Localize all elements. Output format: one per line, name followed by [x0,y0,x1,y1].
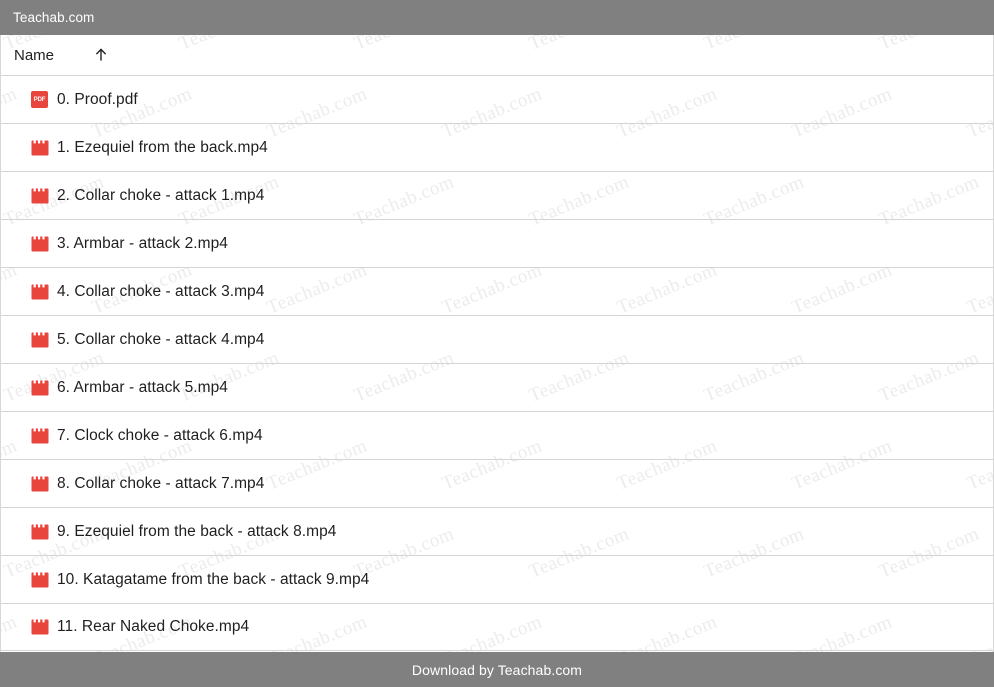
file-icon-cell [14,139,57,156]
arrow-up-icon[interactable] [94,47,108,63]
file-icon-cell [14,331,57,348]
file-row[interactable]: 5. Collar choke - attack 4.mp4 [1,315,993,363]
footer-bar: Download by Teachab.com [0,652,994,687]
file-icon-cell [14,235,57,252]
column-header-name[interactable]: Name [14,47,54,64]
file-icon-cell [14,379,57,396]
file-name-label: 4. Collar choke - attack 3.mp4 [57,282,265,300]
video-file-icon [31,427,49,444]
file-name-label: 10. Katagatame from the back - attack 9.… [57,570,370,588]
file-row[interactable]: 11. Rear Naked Choke.mp4 [1,603,993,651]
file-name-label: 5. Collar choke - attack 4.mp4 [57,330,265,348]
file-name-label: 0. Proof.pdf [57,90,138,108]
file-icon-cell [14,619,57,635]
video-file-icon [31,235,49,252]
pdf-file-icon: PDF [31,91,48,108]
column-header-row: Name [1,35,993,75]
file-icon-cell [14,187,57,204]
file-name-label: 1. Ezequiel from the back.mp4 [57,138,268,156]
video-file-icon [31,331,49,348]
file-browser-window: Teachab.com Teachab.com Teachab.com Teacha… [0,0,994,687]
file-row[interactable]: 6. Armbar - attack 5.mp4 [1,363,993,411]
file-row[interactable]: 3. Armbar - attack 2.mp4 [1,219,993,267]
file-icon-cell: PDF [14,91,57,108]
file-name-label: 6. Armbar - attack 5.mp4 [57,378,228,396]
video-file-icon [31,139,49,156]
video-file-icon [31,379,49,396]
video-file-icon [31,283,49,300]
footer-label: Download by Teachab.com [411,661,583,678]
file-name-label: 3. Armbar - attack 2.mp4 [57,234,228,252]
window-title: Teachab.com [13,10,95,25]
file-name-label: 8. Collar choke - attack 7.mp4 [57,474,265,492]
window-title-bar: Teachab.com [0,0,994,35]
file-row[interactable]: 7. Clock choke - attack 6.mp4 [1,411,993,459]
file-name-label: 7. Clock choke - attack 6.mp4 [57,426,263,444]
video-file-icon [31,571,49,588]
file-icon-cell [14,523,57,540]
file-name-label: 9. Ezequiel from the back - attack 8.mp4 [57,522,337,540]
pdf-icon-label: PDF [33,96,46,103]
file-list: PDF 0. Proof.pdf 1. Ezequiel from the back… [1,75,993,651]
video-file-icon [31,187,49,204]
video-file-icon [31,523,49,540]
file-row[interactable]: 4. Collar choke - attack 3.mp4 [1,267,993,315]
file-name-label: 2. Collar choke - attack 1.mp4 [57,186,265,204]
file-icon-cell [14,427,57,444]
file-icon-cell [14,571,57,588]
file-row[interactable]: 8. Collar choke - attack 7.mp4 [1,459,993,507]
file-icon-cell [14,475,57,492]
video-file-icon [31,475,49,492]
video-file-icon [31,619,49,635]
file-row[interactable]: 10. Katagatame from the back - attack 9.… [1,555,993,603]
file-row[interactable]: 9. Ezequiel from the back - attack 8.mp4 [1,507,993,555]
file-icon-cell [14,283,57,300]
file-row[interactable]: 1. Ezequiel from the back.mp4 [1,123,993,171]
file-row[interactable]: PDF 0. Proof.pdf [1,75,993,123]
file-name-label: 11. Rear Naked Choke.mp4 [57,618,250,635]
file-list-panel: Teachab.com Teachab.com Teachab.com Teachab… [0,35,994,652]
file-row[interactable]: 2. Collar choke - attack 1.mp4 [1,171,993,219]
